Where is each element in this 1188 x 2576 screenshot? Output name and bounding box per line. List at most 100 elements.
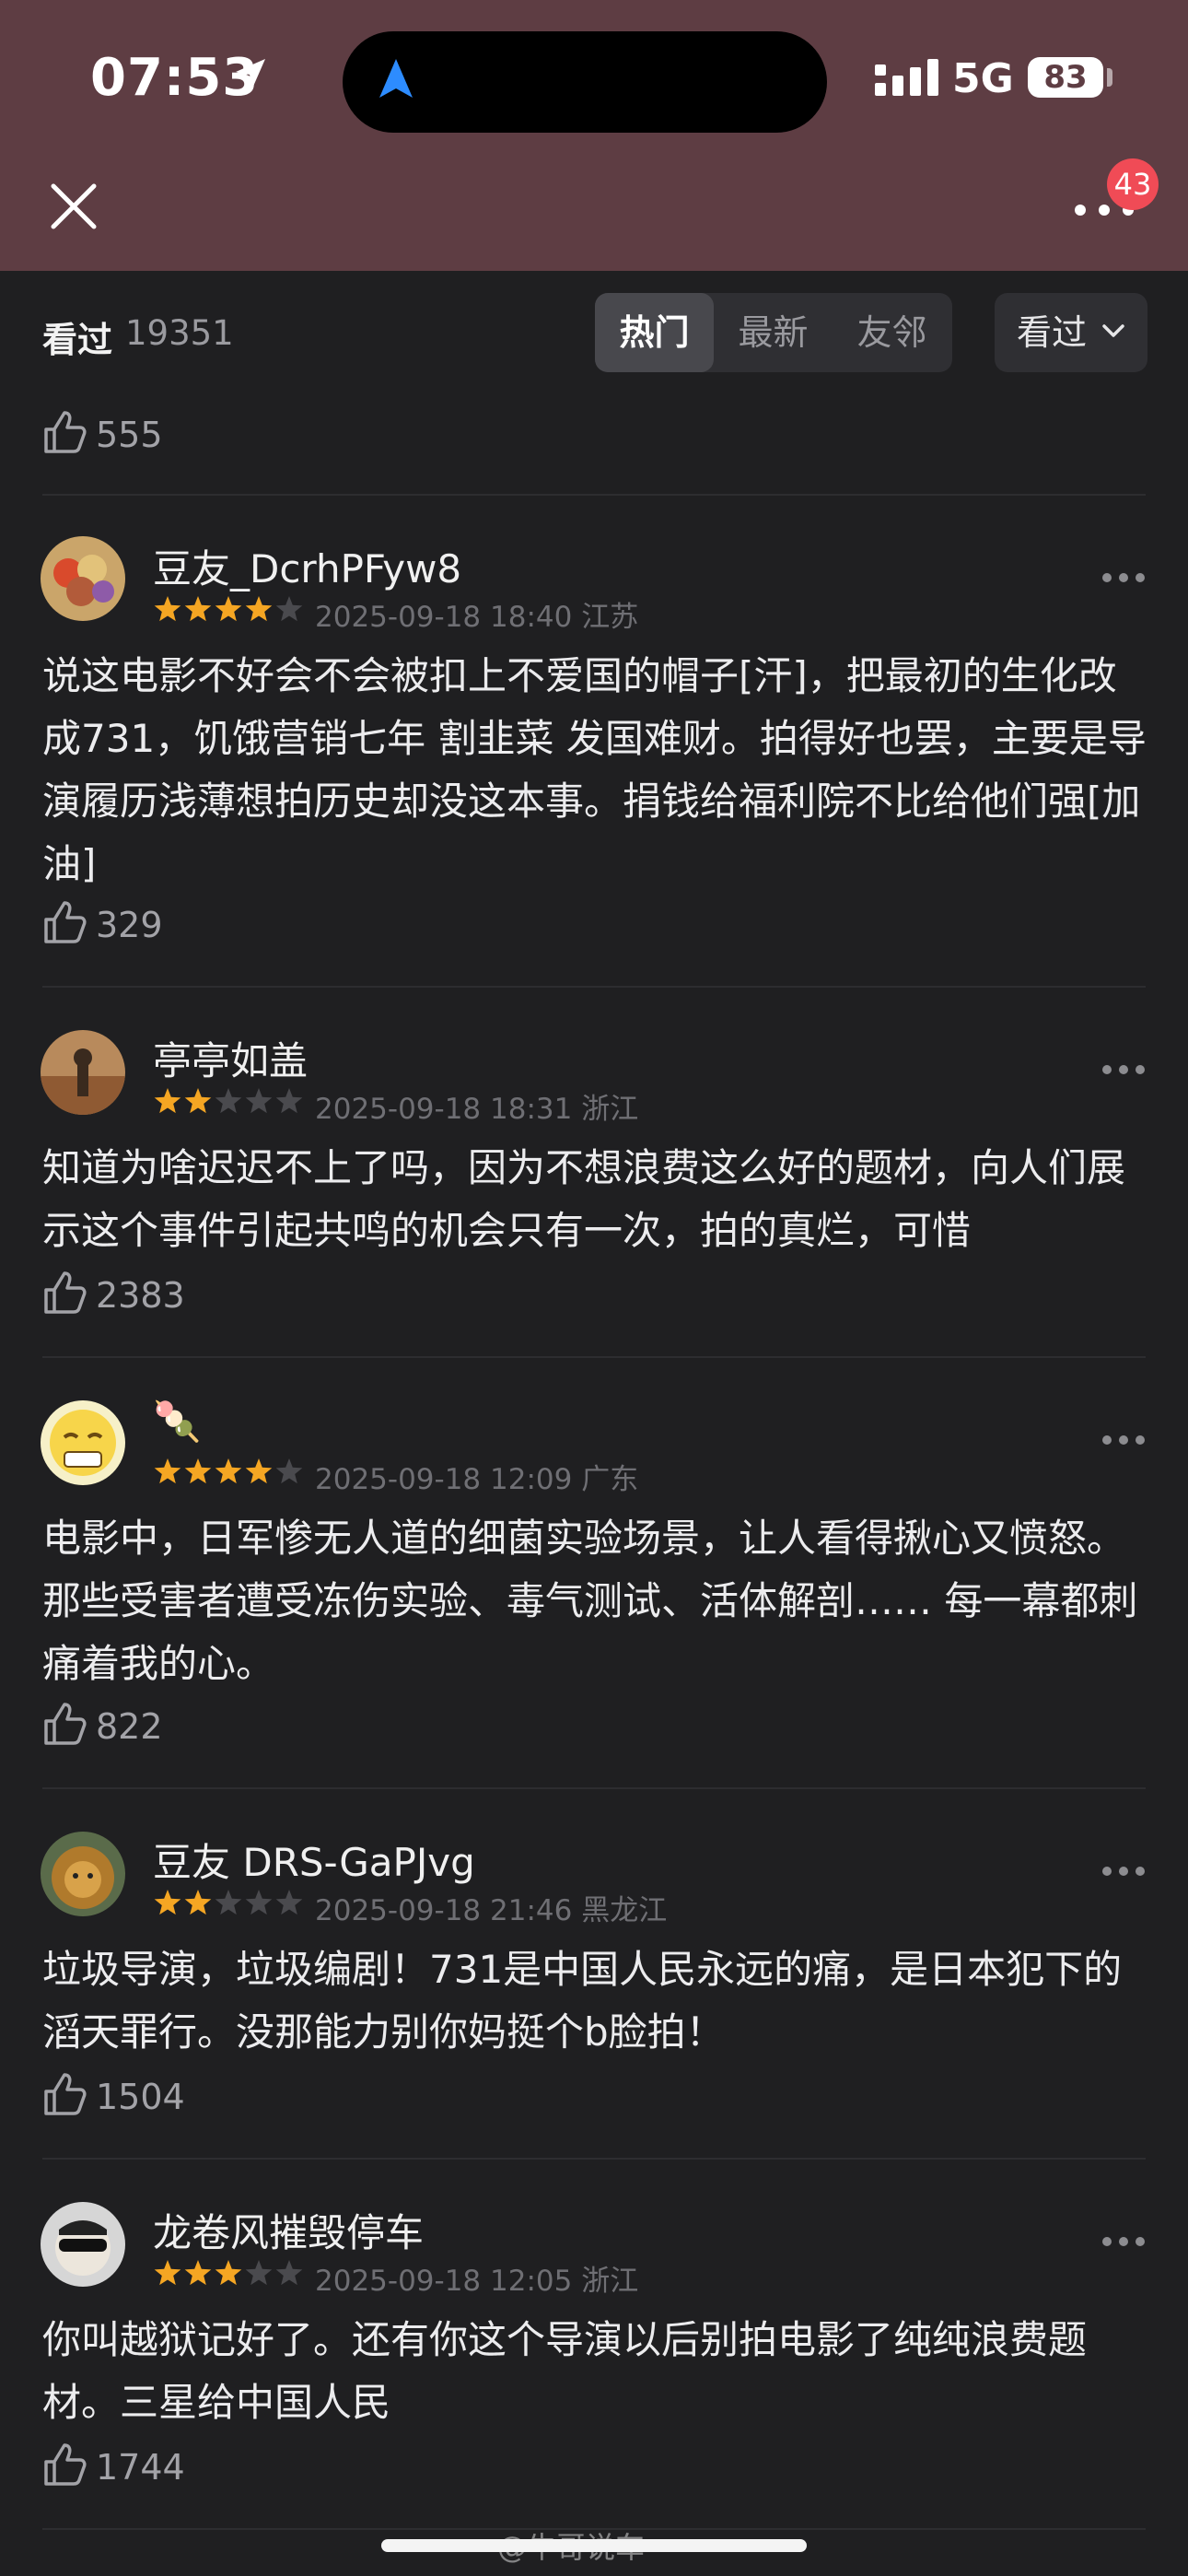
comment-meta: 2025-09-18 18:31 浙江 — [315, 1085, 638, 1127]
network-type: 5G — [952, 55, 1014, 102]
more-options-icon[interactable] — [1101, 1865, 1146, 1878]
star-filled-icon — [184, 2260, 212, 2286]
comment-text: 你叫越狱记好了。还有你这个导演以后别拍电影了纯纯浪费题材。三星给中国人民 — [42, 2317, 1088, 2425]
navigation-icon — [379, 59, 413, 98]
avatar[interactable] — [41, 1400, 125, 1485]
cellular-signal-icon — [875, 59, 938, 96]
star-empty-icon — [245, 1890, 273, 1915]
sort-segmented-control: 热门 最新 友邻 — [595, 293, 952, 372]
thumbs-up-icon — [44, 901, 87, 943]
avatar[interactable] — [41, 2202, 125, 2287]
battery-level: 83 — [1043, 59, 1088, 96]
star-empty-icon — [275, 2260, 303, 2286]
avatar[interactable] — [41, 1030, 125, 1115]
like-count: 555 — [96, 415, 163, 455]
divider — [42, 1356, 1146, 1358]
more-options-icon[interactable] — [1101, 1434, 1146, 1446]
star-filled-icon — [184, 596, 212, 622]
comment-date: 2025-09-18 18:40 — [315, 601, 573, 634]
divider — [42, 2158, 1146, 2160]
close-icon[interactable] — [46, 179, 101, 234]
thumbs-up-icon — [44, 1271, 87, 1314]
star-filled-icon — [154, 1088, 181, 1114]
more-options-icon[interactable] — [1101, 1063, 1146, 1076]
location-arrow-icon — [236, 59, 265, 88]
rating-stars — [154, 596, 303, 622]
comment-text: 知道为啥迟迟不上了吗，因为不想浪费这么好的题材，向人们展示这个事件引起共鸣的机会… — [42, 1145, 1126, 1253]
rating-stars — [154, 1458, 303, 1484]
avatar[interactable] — [41, 536, 125, 621]
star-filled-icon — [245, 596, 273, 622]
like-count: 1744 — [96, 2447, 185, 2488]
like-count: 1504 — [96, 2077, 185, 2117]
star-filled-icon — [184, 1890, 212, 1915]
tab-hot[interactable]: 热门 — [595, 293, 714, 372]
more-options-icon[interactable] — [1101, 2235, 1146, 2248]
thumbs-up-icon — [44, 2073, 87, 2115]
rating-stars — [154, 2260, 303, 2286]
divider — [42, 494, 1146, 496]
comment-meta: 2025-09-18 12:09 广东 — [315, 1456, 638, 1497]
username[interactable]: 豆友_DcrhPFyw8 — [153, 538, 461, 594]
comment-date: 2025-09-18 12:05 — [315, 2265, 573, 2298]
like-count: 822 — [96, 1706, 163, 1747]
comment-meta: 2025-09-18 18:40 江苏 — [315, 593, 638, 635]
thumbs-up-icon — [44, 2443, 87, 2486]
star-filled-icon — [184, 1088, 212, 1114]
star-filled-icon — [215, 1458, 242, 1484]
home-indicator[interactable] — [381, 2539, 807, 2552]
comment-meta: 2025-09-18 21:46 黑龙江 — [315, 1887, 667, 1928]
star-empty-icon — [275, 1088, 303, 1114]
username[interactable]: 🍡 — [153, 1399, 201, 1445]
comment-date: 2025-09-18 18:31 — [315, 1093, 573, 1126]
comment-meta: 2025-09-18 12:05 浙江 — [315, 2257, 638, 2299]
star-filled-icon — [245, 1458, 273, 1484]
divider — [42, 986, 1146, 988]
comment-location: 广东 — [581, 1463, 639, 1496]
rating-stars — [154, 1890, 303, 1915]
comment-text: 垃圾导演，垃圾编剧！731是中国人民永远的痛，是日本犯下的滔天罪行。没那能力别你… — [42, 1947, 1123, 2055]
star-filled-icon — [184, 1458, 212, 1484]
battery-icon: 83 — [1028, 57, 1103, 98]
thumbs-up-icon — [44, 411, 87, 453]
star-empty-icon — [275, 596, 303, 622]
seen-label: 看过 — [42, 320, 113, 360]
star-empty-icon — [275, 1890, 303, 1915]
rating-stars — [154, 1088, 303, 1114]
like-count: 329 — [96, 905, 163, 945]
star-empty-icon — [245, 1088, 273, 1114]
tab-friends[interactable]: 友邻 — [833, 293, 951, 372]
star-filled-icon — [215, 596, 242, 622]
username[interactable]: 龙卷风摧毁停车 — [153, 2202, 424, 2258]
username[interactable]: 豆友 DRS-GaPJvg — [153, 1832, 475, 1888]
seen-filter-dropdown[interactable]: 看过 — [995, 293, 1147, 372]
notification-badge: 43 — [1107, 158, 1159, 210]
star-filled-icon — [154, 596, 181, 622]
tab-latest[interactable]: 最新 — [714, 293, 833, 372]
comment-location: 黑龙江 — [581, 1894, 668, 1927]
chevron-down-icon — [1102, 324, 1124, 337]
battery-cap — [1107, 68, 1112, 87]
comment-location: 浙江 — [581, 2265, 639, 2298]
username[interactable]: 亭亭如盖 — [153, 1030, 308, 1086]
seen-filter-label: 看过 — [1017, 312, 1088, 353]
comment-location: 江苏 — [581, 601, 639, 634]
top-header: 07:53 5G 83 43 — [0, 0, 1188, 271]
star-empty-icon — [275, 1458, 303, 1484]
avatar[interactable] — [41, 1832, 125, 1916]
star-empty-icon — [245, 2260, 273, 2286]
star-empty-icon — [215, 1088, 242, 1114]
thumbs-up-icon — [44, 1703, 87, 1745]
comment-date: 2025-09-18 21:46 — [315, 1894, 573, 1927]
star-filled-icon — [154, 1458, 181, 1484]
like-count: 2383 — [96, 1275, 185, 1316]
more-options-icon[interactable] — [1101, 571, 1146, 584]
seen-count: 19351 — [125, 313, 234, 353]
divider — [42, 1787, 1146, 1789]
star-filled-icon — [154, 2260, 181, 2286]
star-filled-icon — [215, 2260, 242, 2286]
star-empty-icon — [215, 1890, 242, 1915]
comment-location: 浙江 — [581, 1093, 639, 1126]
star-filled-icon — [154, 1890, 181, 1915]
comment-text: 说这电影不好会不会被扣上不爱国的帽子[汗]，把最初的生化改成731，饥饿营销七年… — [42, 653, 1147, 886]
